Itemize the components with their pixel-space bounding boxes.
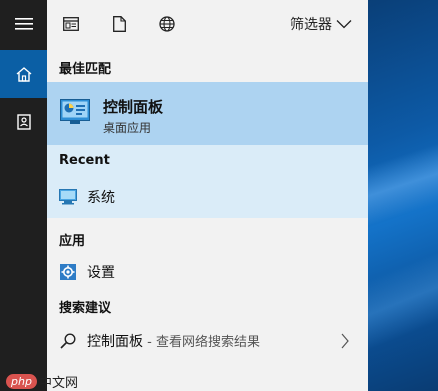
- settings-gear-icon: [59, 263, 77, 281]
- apps-header: 应用: [59, 234, 86, 249]
- hamburger-menu-button[interactable]: [0, 0, 47, 48]
- app-item-settings[interactable]: 设置: [47, 257, 368, 287]
- web-filter-button[interactable]: [157, 14, 177, 34]
- recent-section: Recent 系统: [47, 145, 368, 218]
- recent-item-system[interactable]: 系统: [47, 182, 368, 212]
- monitor-icon: [59, 188, 77, 206]
- search-suggestions-header: 搜索建议: [59, 301, 112, 316]
- search-toolbar: 筛选器: [47, 0, 368, 48]
- best-match-subtitle: 桌面应用: [103, 121, 152, 135]
- web-suggestion-item[interactable]: 控制面板 - 查看网络搜索结果: [47, 326, 368, 356]
- hamburger-icon: [14, 18, 33, 30]
- search-icon: [59, 332, 77, 350]
- filter-label: 筛选器: [290, 17, 332, 33]
- notebook-icon: [16, 114, 31, 130]
- suggestion-separator: -: [143, 335, 156, 350]
- suggestion-text: 控制面板 - 查看网络搜索结果: [87, 331, 260, 351]
- recent-header: Recent: [59, 153, 110, 168]
- search-panel: 筛选器 最佳匹配 控制面板 桌面应用 Recent 系统 应用 设置 搜索建议 …: [47, 0, 368, 391]
- watermark-logo: php: [6, 374, 37, 389]
- suggestion-hint: 查看网络搜索结果: [155, 335, 260, 350]
- suggestion-query: 控制面板: [87, 334, 143, 350]
- light-beam: [368, 130, 438, 230]
- chevron-right-icon[interactable]: [340, 333, 350, 349]
- recent-item-label: 系统: [87, 190, 115, 206]
- start-rail: [0, 0, 47, 391]
- best-match-title: 控制面板: [103, 98, 164, 116]
- app-window-icon: [63, 17, 79, 31]
- app-item-label: 设置: [87, 265, 115, 281]
- globe-icon: [159, 16, 175, 32]
- document-icon: [112, 16, 126, 32]
- documents-filter-button[interactable]: [109, 14, 129, 34]
- best-match-header: 最佳匹配: [59, 62, 112, 77]
- best-match-result[interactable]: 控制面板 桌面应用: [47, 82, 368, 145]
- notebook-button[interactable]: [0, 98, 47, 146]
- watermark-text: 中文网: [38, 376, 78, 391]
- chevron-down-icon: [336, 20, 352, 29]
- home-icon: [16, 66, 31, 82]
- home-button[interactable]: [0, 50, 47, 98]
- site-watermark: php 中文网: [6, 372, 78, 391]
- apps-filter-button[interactable]: [61, 14, 81, 34]
- filter-dropdown[interactable]: 筛选器: [290, 14, 352, 34]
- desktop-background: [368, 0, 438, 391]
- light-beam: [368, 235, 438, 355]
- control-panel-icon: [60, 99, 90, 124]
